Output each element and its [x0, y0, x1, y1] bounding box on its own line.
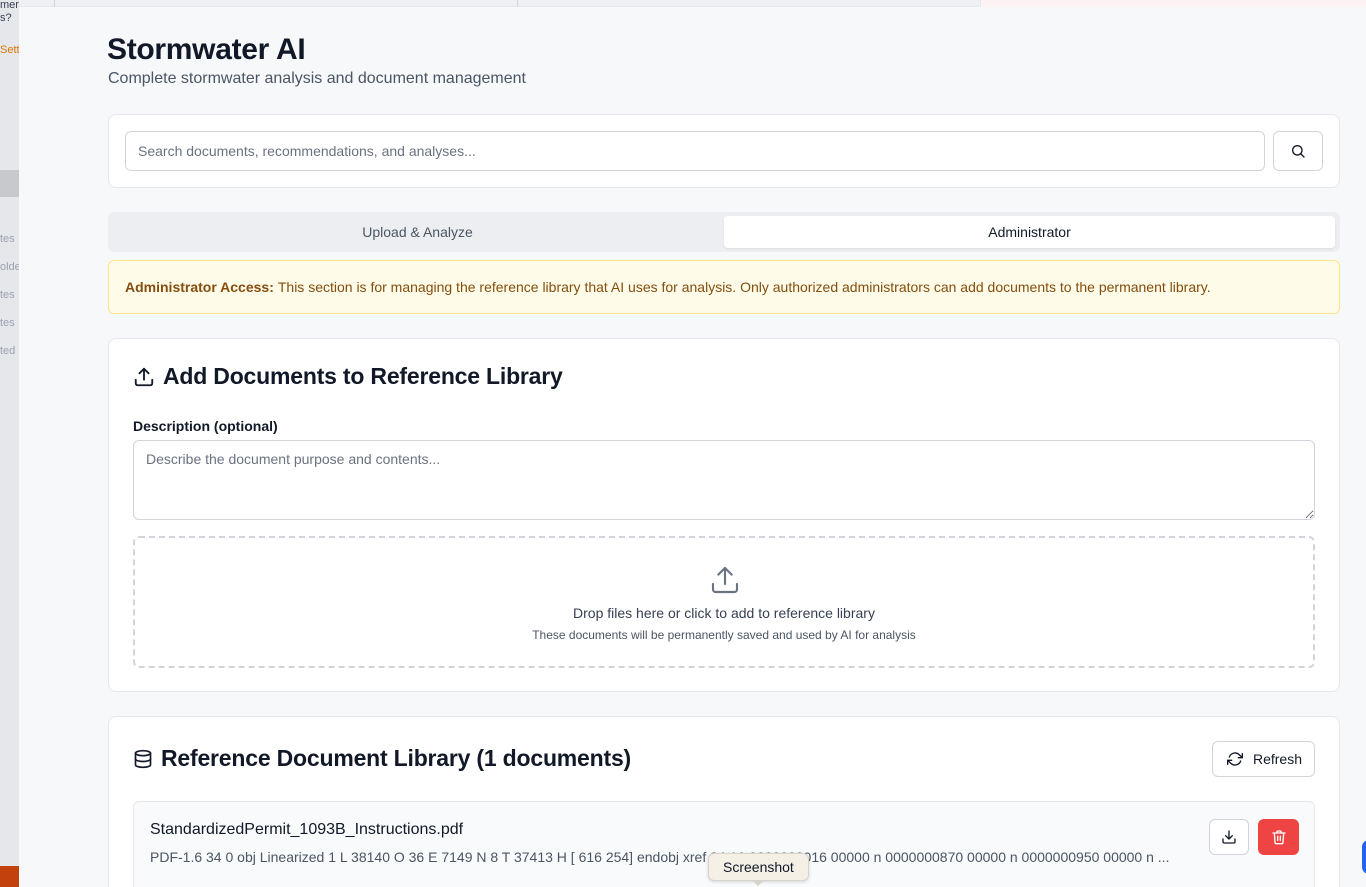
- tooltip-caret: [752, 880, 764, 886]
- refresh-icon: [1226, 752, 1243, 766]
- search-icon: [1292, 145, 1305, 158]
- background-text: ted: [0, 345, 16, 357]
- browser-tab[interactable]: [980, 0, 1366, 7]
- floating-widget-edge[interactable]: [1362, 840, 1366, 874]
- document-preview: PDF-1.6 34 0 obj Linearized 1 L 38140 O …: [150, 849, 1170, 865]
- tab-upload-analyze[interactable]: Upload & Analyze: [112, 216, 723, 248]
- add-documents-heading: Add Documents to Reference Library: [133, 363, 563, 390]
- dropzone-hint: These documents will be permanently save…: [532, 628, 916, 642]
- library-heading: Reference Document Library (1 documents): [133, 745, 631, 772]
- add-documents-card: Add Documents to Reference Library Descr…: [108, 338, 1340, 692]
- download-button[interactable]: [1209, 819, 1249, 855]
- background-text: tes: [0, 233, 15, 245]
- search-card: [108, 114, 1340, 188]
- refresh-label: Refresh: [1252, 751, 1302, 767]
- background-text: Sett: [0, 44, 19, 56]
- background-text: tes: [0, 317, 15, 329]
- notice-heading: Administrator Access:: [125, 279, 274, 295]
- tab-administrator[interactable]: Administrator: [724, 216, 1335, 248]
- page-subtitle: Complete stormwater analysis and documen…: [108, 70, 526, 87]
- browser-tab-strip: [19, 0, 1366, 7]
- screenshot-tooltip: Screenshot: [708, 853, 809, 881]
- app-window: Stormwater AI Complete stormwater analys…: [19, 7, 1366, 887]
- tab-list: Upload & Analyze Administrator: [108, 212, 1340, 252]
- upload-icon: [711, 566, 739, 594]
- trash-icon: [1271, 830, 1286, 845]
- admin-notice: Administrator Access: This section is fo…: [108, 260, 1340, 314]
- upload-icon: [134, 367, 154, 386]
- delete-button[interactable]: [1258, 819, 1299, 855]
- description-textarea[interactable]: [133, 440, 1315, 520]
- search-button[interactable]: [1273, 131, 1323, 171]
- background-app-sidebar: mer s? Sett tes olde tes tes ted: [0, 0, 19, 887]
- browser-tab[interactable]: [517, 0, 980, 7]
- download-icon: [1222, 830, 1236, 844]
- add-documents-title: Add Documents to Reference Library: [163, 363, 563, 389]
- dropzone-instructions: Drop files here or click to add to refer…: [573, 605, 875, 621]
- browser-tab[interactable]: [54, 0, 517, 7]
- notice-text: This section is for managing the referen…: [277, 279, 1211, 295]
- library-title: Reference Document Library (1 documents): [161, 745, 632, 771]
- refresh-button[interactable]: Refresh: [1211, 741, 1315, 777]
- search-input[interactable]: [125, 131, 1265, 171]
- background-text: s?: [0, 12, 12, 24]
- database-icon: [134, 749, 152, 768]
- background-text: olde: [0, 261, 19, 273]
- description-label: Description (optional): [133, 418, 278, 434]
- document-filename: StandardizedPermit_1093B_Instructions.pd…: [150, 821, 464, 838]
- background-dock-item: [0, 866, 19, 887]
- page-title: Stormwater AI: [107, 33, 306, 66]
- background-selection: [0, 170, 19, 197]
- file-dropzone[interactable]: Drop files here or click to add to refer…: [133, 536, 1315, 668]
- background-text: mer: [0, 0, 19, 11]
- background-text: tes: [0, 289, 15, 301]
